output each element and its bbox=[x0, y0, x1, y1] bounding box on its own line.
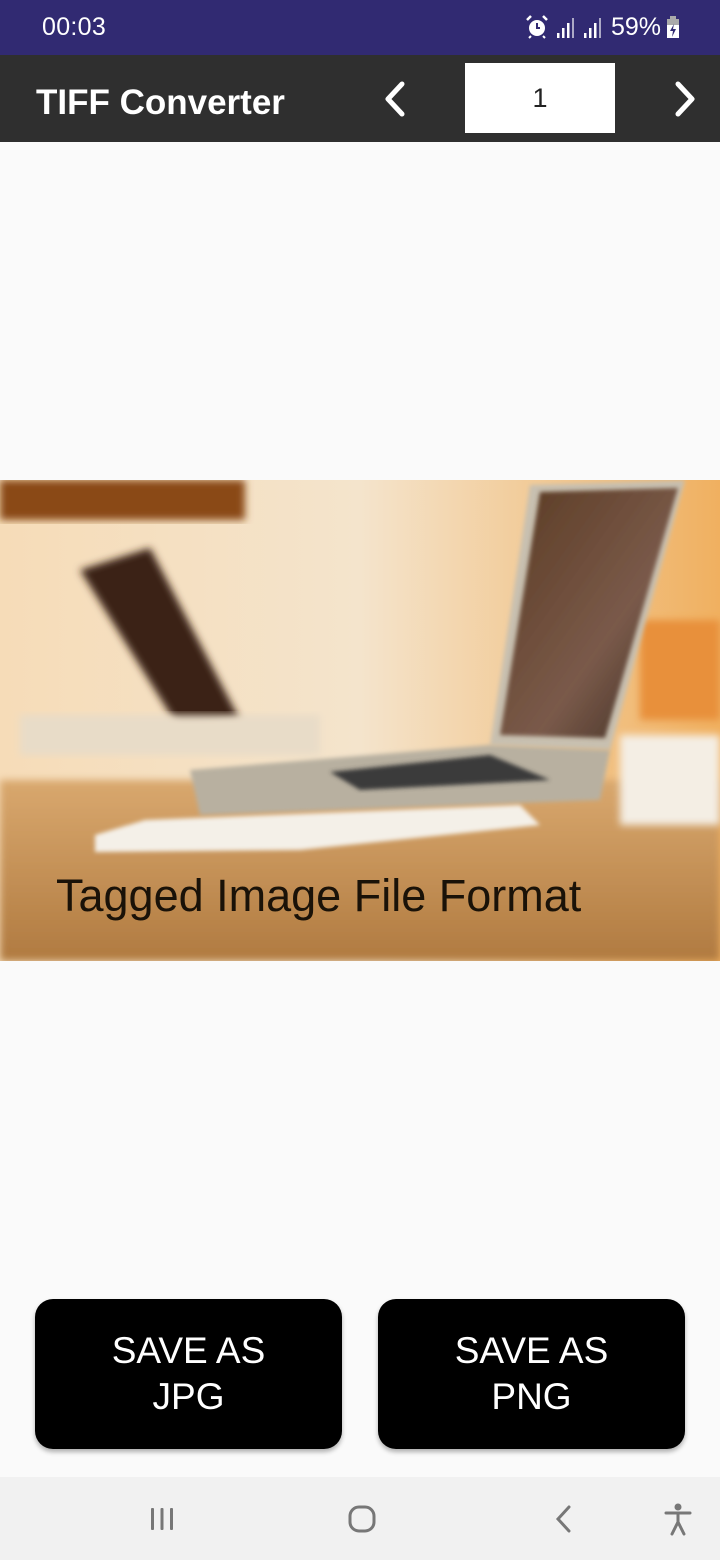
chevron-right-icon bbox=[675, 81, 695, 117]
preview-caption: Tagged Image File Format bbox=[56, 870, 582, 921]
battery-charging-icon bbox=[667, 16, 679, 38]
home-button[interactable] bbox=[340, 1497, 384, 1541]
back-icon bbox=[555, 1505, 571, 1533]
save-as-png-label: SAVE AS PNG bbox=[454, 1330, 609, 1417]
status-bar: 00:03 59% bbox=[0, 0, 720, 55]
accessibility-button[interactable] bbox=[656, 1497, 700, 1541]
app-bar: TIFF Converter bbox=[0, 55, 720, 142]
page-number-input[interactable] bbox=[465, 63, 615, 133]
save-as-jpg-button[interactable]: SAVE AS JPG bbox=[35, 1299, 342, 1449]
system-navigation-bar bbox=[0, 1477, 720, 1560]
save-as-jpg-label: SAVE AS JPG bbox=[111, 1330, 266, 1417]
status-time: 00:03 bbox=[42, 13, 107, 41]
status-icons: 59% bbox=[524, 12, 680, 42]
next-page-button[interactable] bbox=[665, 75, 705, 123]
save-as-png-button[interactable]: SAVE AS PNG bbox=[378, 1299, 685, 1449]
previous-page-button[interactable] bbox=[375, 75, 415, 123]
content-area: Tagged Image File Format SAVE AS JPG SAV… bbox=[0, 142, 720, 1477]
battery-percent: 59% bbox=[610, 12, 661, 41]
app-title: TIFF Converter bbox=[36, 83, 285, 122]
tiff-preview-image: Tagged Image File Format bbox=[0, 480, 720, 961]
home-icon bbox=[348, 1505, 376, 1533]
alarm-icon bbox=[526, 15, 548, 39]
back-button[interactable] bbox=[542, 1497, 586, 1541]
recents-button[interactable] bbox=[140, 1497, 184, 1541]
signal-icon bbox=[583, 18, 601, 38]
accessibility-icon bbox=[664, 1503, 692, 1536]
recents-icon bbox=[151, 1508, 173, 1530]
signal-icon bbox=[556, 18, 574, 38]
chevron-left-icon bbox=[385, 81, 405, 117]
